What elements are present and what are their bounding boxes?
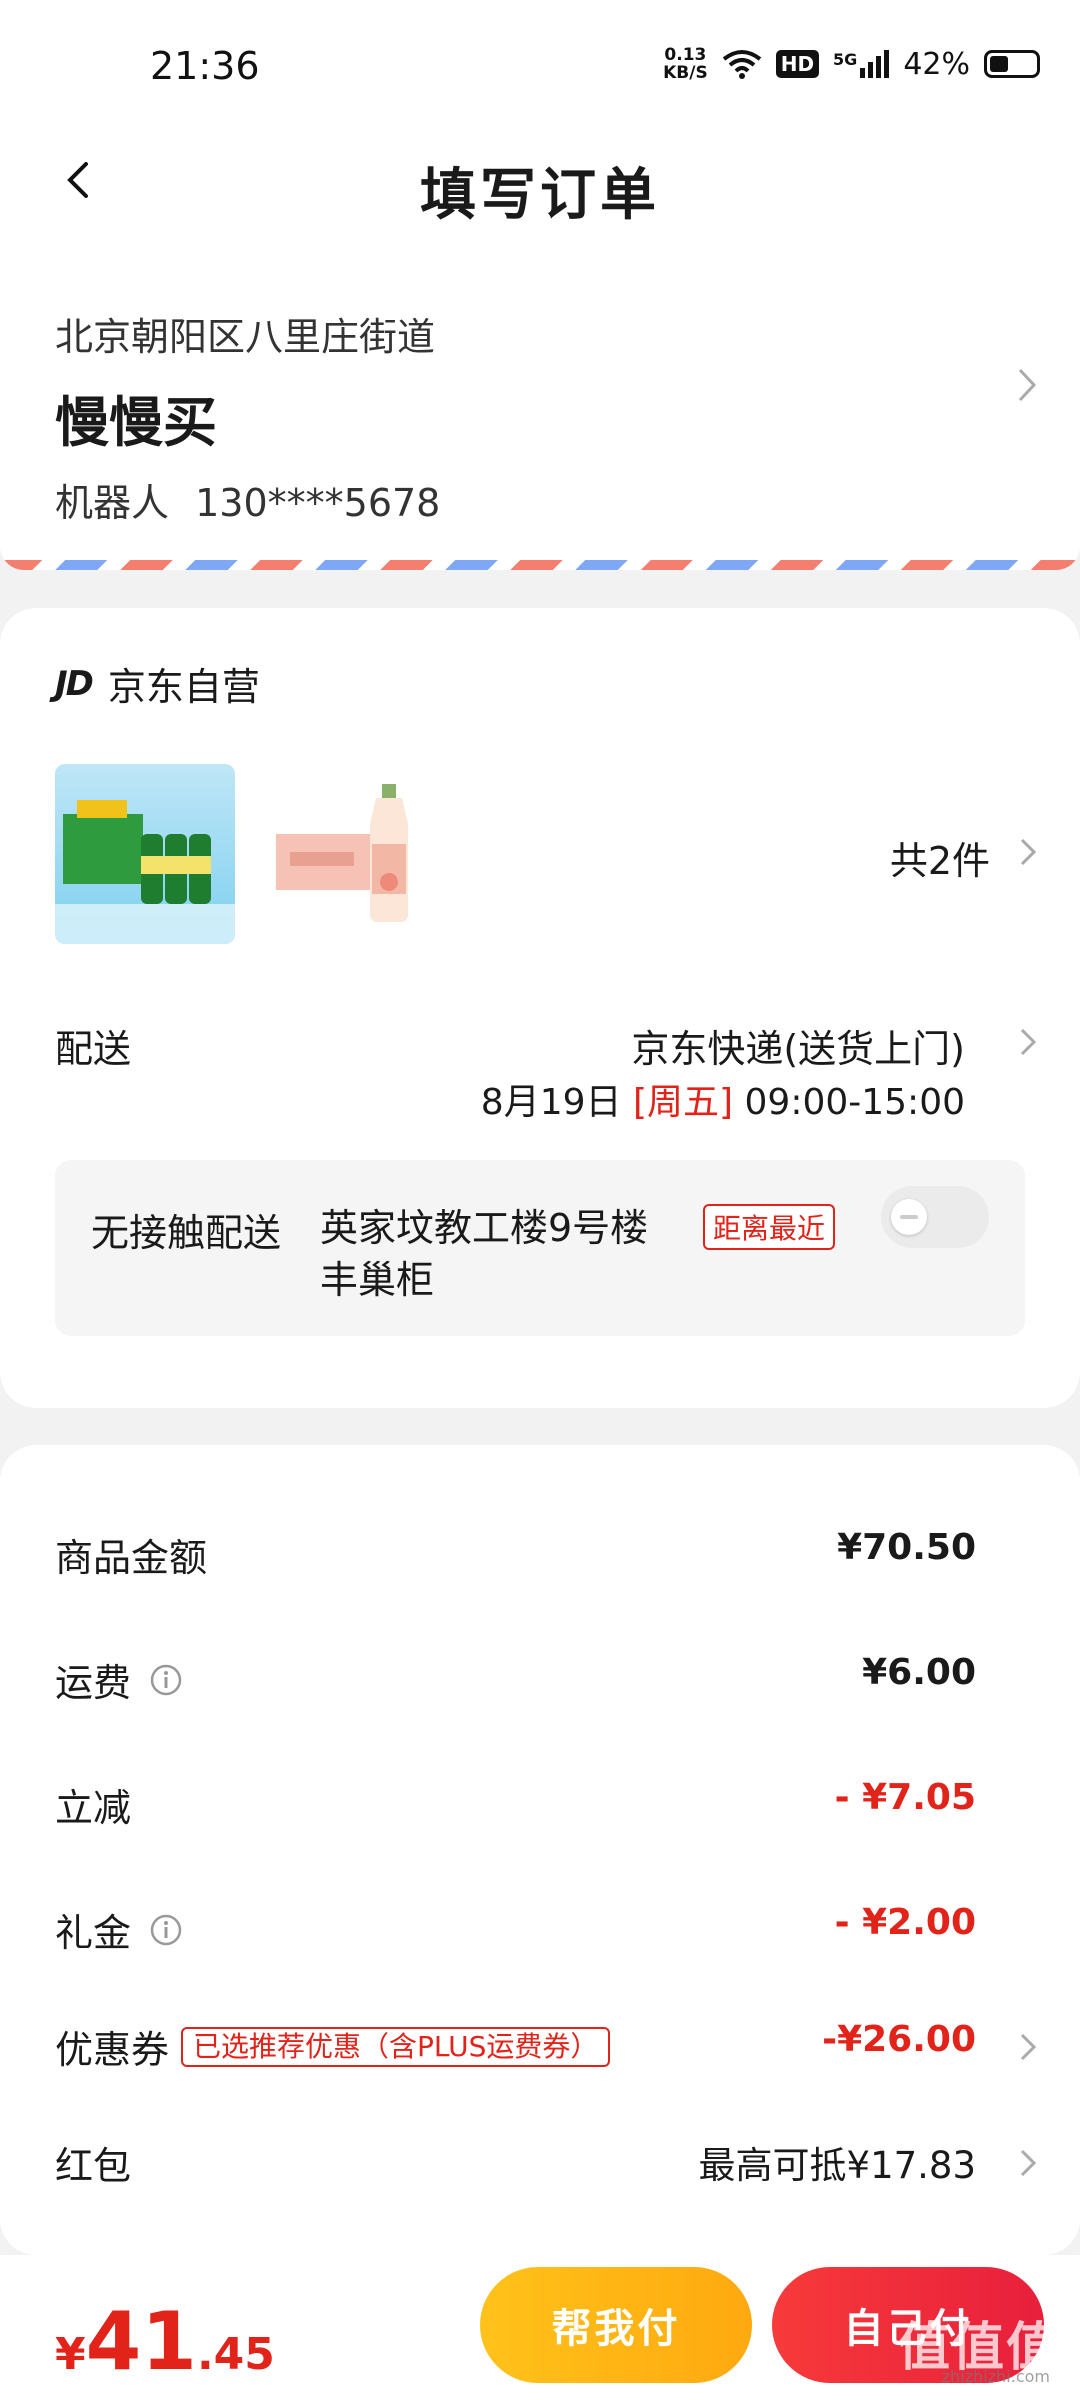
redpack-label: 红包 (55, 2144, 132, 2188)
price-row-gift: 礼金 - ¥2.00 (0, 1902, 1080, 1962)
beer-pack-illustration (55, 800, 235, 944)
gift-label: 礼金 (55, 1911, 132, 1955)
product-image-beer[interactable] (55, 764, 235, 944)
price-row-freight: 运费 ¥6.00 (0, 1652, 1080, 1712)
coupon-value: -¥26.00 (822, 2019, 976, 2060)
product-image-tea[interactable] (270, 764, 450, 944)
total-integer: 41 (85, 2295, 197, 2388)
shipping-weekday: [周五] (632, 1082, 734, 1123)
chevron-right-icon (1020, 2033, 1037, 2061)
freight-label: 运费 (55, 1661, 132, 1705)
price-card: 商品金额 ¥70.50 运费 ¥6.00 立减 - ¥7.05 礼金 - ¥2.… (0, 1445, 1080, 2255)
wifi-icon (722, 50, 761, 79)
price-row-coupon[interactable]: 优惠券 已选推荐优惠（含PLUS运费券） -¥26.00 (0, 2019, 1080, 2079)
status-time: 21:36 (150, 44, 260, 88)
signal-icon: 5G (833, 50, 890, 78)
items-count[interactable]: 共2件 (890, 830, 990, 885)
instant-label: 立减 (55, 1786, 132, 1830)
status-icons: 0.13 KB/S HD 5G 42% (663, 46, 1040, 82)
locker-address: 英家坟教工楼9号楼丰巢柜 (320, 1206, 649, 1302)
shop-header: JD 京东自营 (55, 656, 260, 711)
contactless-toggle[interactable] (881, 1186, 989, 1248)
contactless-label: 无接触配送 (91, 1211, 282, 1255)
total-currency: ¥ (55, 2329, 86, 2380)
contactless-delivery: 无接触配送 英家坟教工楼9号楼丰巢柜 距离最近 (55, 1160, 1025, 1336)
net-speed-value: 0.13 (664, 45, 707, 65)
shop-card: JD 京东自营 共2件 配送 京东快递(送货上门) 8月19日 [周五] 09:… (0, 608, 1080, 1408)
chevron-right-icon (1020, 1028, 1037, 1056)
gift-value: - ¥2.00 (834, 1902, 976, 1943)
address-card[interactable]: 北京朝阳区八里庄街道 慢慢买 机器人 130****5678 (0, 240, 1080, 570)
checkout-bar: ¥41.45 帮我付 自己付 值值值 zhizhizhi.com (0, 2255, 1080, 2400)
shop-name: 京东自营 (107, 665, 260, 709)
goods-label: 商品金额 (55, 1536, 208, 1580)
help-me-pay-button[interactable]: 帮我付 (480, 2267, 752, 2383)
order-total: ¥41.45 (55, 2295, 275, 2388)
recipient-name: 机器人 (55, 481, 170, 525)
airmail-border (0, 560, 1080, 570)
shipping-time[interactable]: 8月19日 [周五] 09:00-15:00 (481, 1073, 965, 1125)
chevron-right-icon (1020, 838, 1037, 866)
address-name: 慢慢买 (55, 391, 217, 454)
redpack-value: 最高可抵¥17.83 (698, 2144, 976, 2187)
page-title: 填写订单 (420, 163, 660, 228)
price-row-instant: 立减 - ¥7.05 (0, 1777, 1080, 1837)
price-row-redpack[interactable]: 红包 最高可抵¥17.83 (0, 2135, 1080, 2195)
signal-type: 5G (833, 50, 858, 69)
watermark-url: zhizhizhi.com (941, 2367, 1050, 2386)
toggle-knob (891, 1199, 927, 1235)
jd-logo: JD (55, 663, 94, 704)
battery-icon (984, 50, 1040, 78)
price-row-goods: 商品金额 ¥70.50 (0, 1527, 1080, 1587)
coupon-label: 优惠券 (55, 2028, 170, 2072)
info-icon[interactable] (149, 1663, 183, 1697)
battery-fill (990, 56, 1009, 72)
total-decimal: .45 (196, 2329, 275, 2380)
recipient-phone: 130****5678 (195, 481, 441, 525)
nearest-tag: 距离最近 (703, 1204, 836, 1250)
chevron-right-icon (1020, 2149, 1037, 2177)
goods-value: ¥70.50 (837, 1527, 976, 1568)
tea-pack-illustration (276, 784, 408, 922)
nav-bar: 填写订单 (0, 130, 1080, 240)
address-region: 北京朝阳区八里庄街道 (55, 315, 436, 359)
shipping-method[interactable]: 京东快递(送货上门) (631, 1018, 965, 1073)
address-contact: 机器人 130****5678 (55, 472, 440, 527)
freight-value: ¥6.00 (862, 1652, 976, 1693)
info-icon[interactable] (149, 1913, 183, 1947)
net-speed-unit: KB/S (663, 63, 708, 83)
instant-value: - ¥7.05 (834, 1777, 976, 1818)
shipping-label: 配送 (55, 1027, 132, 1071)
chevron-right-icon (1018, 368, 1037, 402)
shipping-date: 8月19日 (480, 1082, 622, 1123)
shipping-window: 09:00-15:00 (744, 1082, 965, 1123)
net-speed: 0.13 KB/S (663, 46, 708, 82)
battery-percent: 42% (903, 46, 970, 82)
hd-badge: HD (775, 50, 820, 78)
coupon-tag: 已选推荐优惠（含PLUS运费券） (181, 2026, 611, 2067)
status-bar: 21:36 0.13 KB/S HD 5G 42% (0, 0, 1080, 130)
